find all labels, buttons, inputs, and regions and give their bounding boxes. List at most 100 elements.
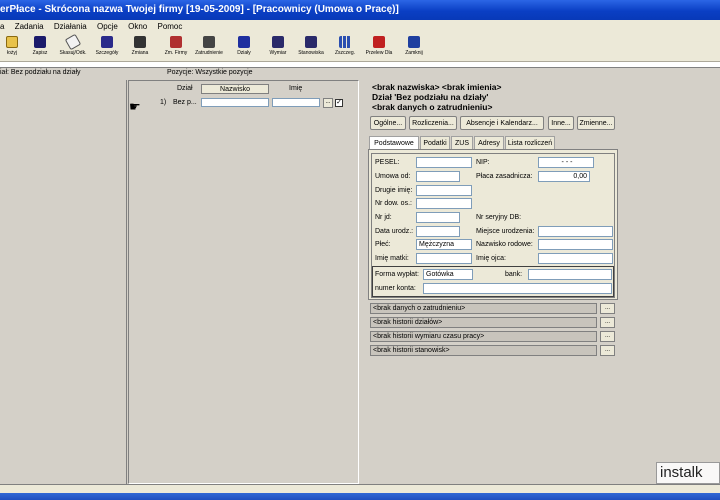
imie-ojca-input[interactable] bbox=[538, 253, 613, 264]
pointing-hand-icon: ☛ bbox=[129, 99, 141, 114]
positions-icon bbox=[305, 36, 317, 48]
toolbar-change-button[interactable]: Zmiana bbox=[128, 36, 152, 60]
toolbar-dimension-button[interactable]: Wymiar bbox=[266, 36, 290, 60]
tab-podatki[interactable]: Podatki bbox=[420, 136, 450, 149]
column-header-firstname[interactable]: Imię bbox=[289, 84, 302, 94]
column-header-dept[interactable]: Dział bbox=[177, 84, 193, 94]
nip-input[interactable]: - - - bbox=[538, 157, 594, 168]
nazwisko-rod-label: Nazwisko rodowe: bbox=[476, 241, 533, 248]
toolbar-details-button[interactable]: Szczegóły bbox=[94, 36, 120, 60]
surname-field[interactable] bbox=[201, 98, 269, 107]
toolbar-departments-button[interactable]: Działy bbox=[232, 36, 256, 60]
other-button[interactable]: Inne... bbox=[548, 116, 574, 130]
absences-button[interactable]: Absencje i Kalendarz... bbox=[460, 116, 544, 130]
row-checkbox[interactable]: ✓ bbox=[335, 99, 343, 107]
tab-lista-rozliczen[interactable]: Lista rozliczeń bbox=[505, 136, 555, 149]
toolbar: łożyj Zapisz Skasuj/Odk. Szczegóły Zmian… bbox=[0, 33, 720, 62]
miejsce-ur-label: Miejsce urodzenia: bbox=[476, 228, 535, 235]
nip-label: NIP: bbox=[476, 159, 490, 166]
detail-header: <brak nazwiska> <brak imienia> Dział 'Be… bbox=[366, 82, 626, 112]
employment-history-bar: <brak danych o zatrudnieniu> bbox=[370, 303, 597, 314]
department-filter[interactable]: iał: Bez podziału na działy bbox=[0, 67, 81, 78]
company-icon bbox=[170, 36, 182, 48]
firstname-field[interactable] bbox=[272, 98, 320, 107]
worktime-history-button[interactable]: ... bbox=[600, 331, 615, 342]
tab-zus[interactable]: ZUS bbox=[451, 136, 473, 149]
folder-icon bbox=[6, 36, 18, 48]
miejsce-ur-input[interactable] bbox=[538, 226, 613, 237]
menu-dzialania[interactable]: Działania bbox=[54, 22, 87, 31]
employment-history-button[interactable]: ... bbox=[600, 303, 615, 314]
department-line: Dział 'Bez podziału na działy' bbox=[372, 92, 489, 102]
toolbar-add-button[interactable]: łożyj bbox=[0, 36, 24, 60]
save-icon bbox=[34, 36, 46, 48]
menu-file[interactable]: a bbox=[0, 22, 4, 31]
data-urodz-input[interactable] bbox=[416, 226, 460, 237]
umowa-od-label: Umowa od: bbox=[375, 173, 411, 180]
edit-icon bbox=[134, 36, 146, 48]
toolbar-company-button[interactable]: Zm. Firmy bbox=[162, 36, 190, 60]
imie-matki-label: Imię matki: bbox=[375, 255, 409, 262]
position-history-button[interactable]: ... bbox=[600, 345, 615, 356]
transfer-icon bbox=[373, 36, 385, 48]
window-title: erPłace - Skrócona nazwa Twojej firmy [1… bbox=[0, 0, 720, 20]
toolbar-delete-button[interactable]: Skasuj/Odk. bbox=[58, 33, 88, 60]
positions-filter[interactable]: Pozycje: Wszystkie pozycje bbox=[167, 67, 253, 78]
toolbar-positions-button[interactable]: Stanowiska bbox=[296, 36, 326, 60]
employment-icon bbox=[203, 36, 215, 48]
toolbar-transfer-button[interactable]: Przelew Dla bbox=[364, 36, 394, 60]
column-header-surname[interactable]: Nazwisko bbox=[201, 84, 269, 94]
menu-bar: a Zadania Działania Opcje Okno Pomoc bbox=[0, 20, 720, 34]
toolbar-employment-button[interactable]: Zatrudnienie bbox=[194, 36, 224, 60]
details-icon bbox=[101, 36, 113, 48]
nr-jd-label: Nr jd: bbox=[375, 214, 392, 221]
watermark-logo: instalk bbox=[656, 462, 720, 484]
menu-zadania[interactable]: Zadania bbox=[15, 22, 44, 31]
toolbar-close-button[interactable]: Zamknij bbox=[402, 36, 426, 60]
row-dept: Bez p... bbox=[173, 99, 197, 106]
placa-label: Płaca zasadnicza: bbox=[476, 173, 533, 180]
employment-line: <brak danych o zatrudnieniu> bbox=[372, 102, 493, 112]
nr-jd-input[interactable] bbox=[416, 212, 460, 223]
dimension-icon bbox=[272, 36, 284, 48]
menu-pomoc[interactable]: Pomoc bbox=[157, 22, 182, 31]
bank-input[interactable] bbox=[528, 269, 612, 280]
imie-ojca-label: Imię ojca: bbox=[476, 255, 506, 262]
variables-button[interactable]: Zmienne... bbox=[577, 116, 615, 130]
close-icon bbox=[408, 36, 420, 48]
umowa-od-input[interactable] bbox=[416, 171, 460, 182]
settlements-button[interactable]: Rozliczenia... bbox=[409, 116, 457, 130]
nazwisko-rod-input[interactable] bbox=[538, 239, 613, 250]
filter-bar: iał: Bez podziału na działy Pozycje: Wsz… bbox=[0, 67, 720, 78]
menu-opcje[interactable]: Opcje bbox=[97, 22, 118, 31]
worktime-history-bar: <brak historii wymiaru czasu pracy> bbox=[370, 331, 597, 342]
pesel-input[interactable] bbox=[416, 157, 472, 168]
placa-input[interactable]: 0,00 bbox=[538, 171, 590, 182]
drugie-imie-input[interactable] bbox=[416, 185, 472, 196]
pesel-label: PESEL: bbox=[375, 159, 400, 166]
dept-history-button[interactable]: ... bbox=[600, 317, 615, 328]
plec-label: Płeć: bbox=[375, 241, 391, 248]
employee-name: <brak nazwiska> <brak imienia> bbox=[372, 82, 502, 92]
general-button[interactable]: Ogólne... bbox=[370, 116, 406, 130]
numer-konta-label: numer konta: bbox=[375, 285, 416, 292]
taskbar bbox=[0, 493, 720, 500]
bank-label: bank: bbox=[505, 271, 523, 278]
numer-konta-input[interactable] bbox=[423, 283, 612, 294]
nr-dow-label: Nr dow. os.: bbox=[375, 200, 412, 207]
forma-wyplat-select[interactable]: Gotówka bbox=[423, 269, 473, 280]
menu-okno[interactable]: Okno bbox=[128, 22, 147, 31]
position-history-bar: <brak historii stanowisk> bbox=[370, 345, 597, 356]
row-number: 1) bbox=[160, 99, 167, 106]
data-urodz-label: Data urodz.: bbox=[375, 228, 414, 235]
toolbar-grid-button[interactable]: Zszczeg. bbox=[332, 36, 358, 60]
nr-dow-input[interactable] bbox=[416, 198, 472, 209]
toolbar-save-button[interactable]: Zapisz bbox=[28, 36, 52, 60]
plec-select[interactable]: Mężczyzna bbox=[416, 239, 472, 250]
left-panel bbox=[0, 80, 127, 484]
row-ellipsis-button[interactable]: ... bbox=[323, 98, 333, 108]
tab-adresy[interactable]: Adresy bbox=[474, 136, 504, 149]
tab-podstawowe[interactable]: Podstawowe bbox=[369, 136, 419, 149]
imie-matki-input[interactable] bbox=[416, 253, 472, 264]
nr-seryjny-label: Nr seryjny DB: bbox=[476, 214, 522, 221]
